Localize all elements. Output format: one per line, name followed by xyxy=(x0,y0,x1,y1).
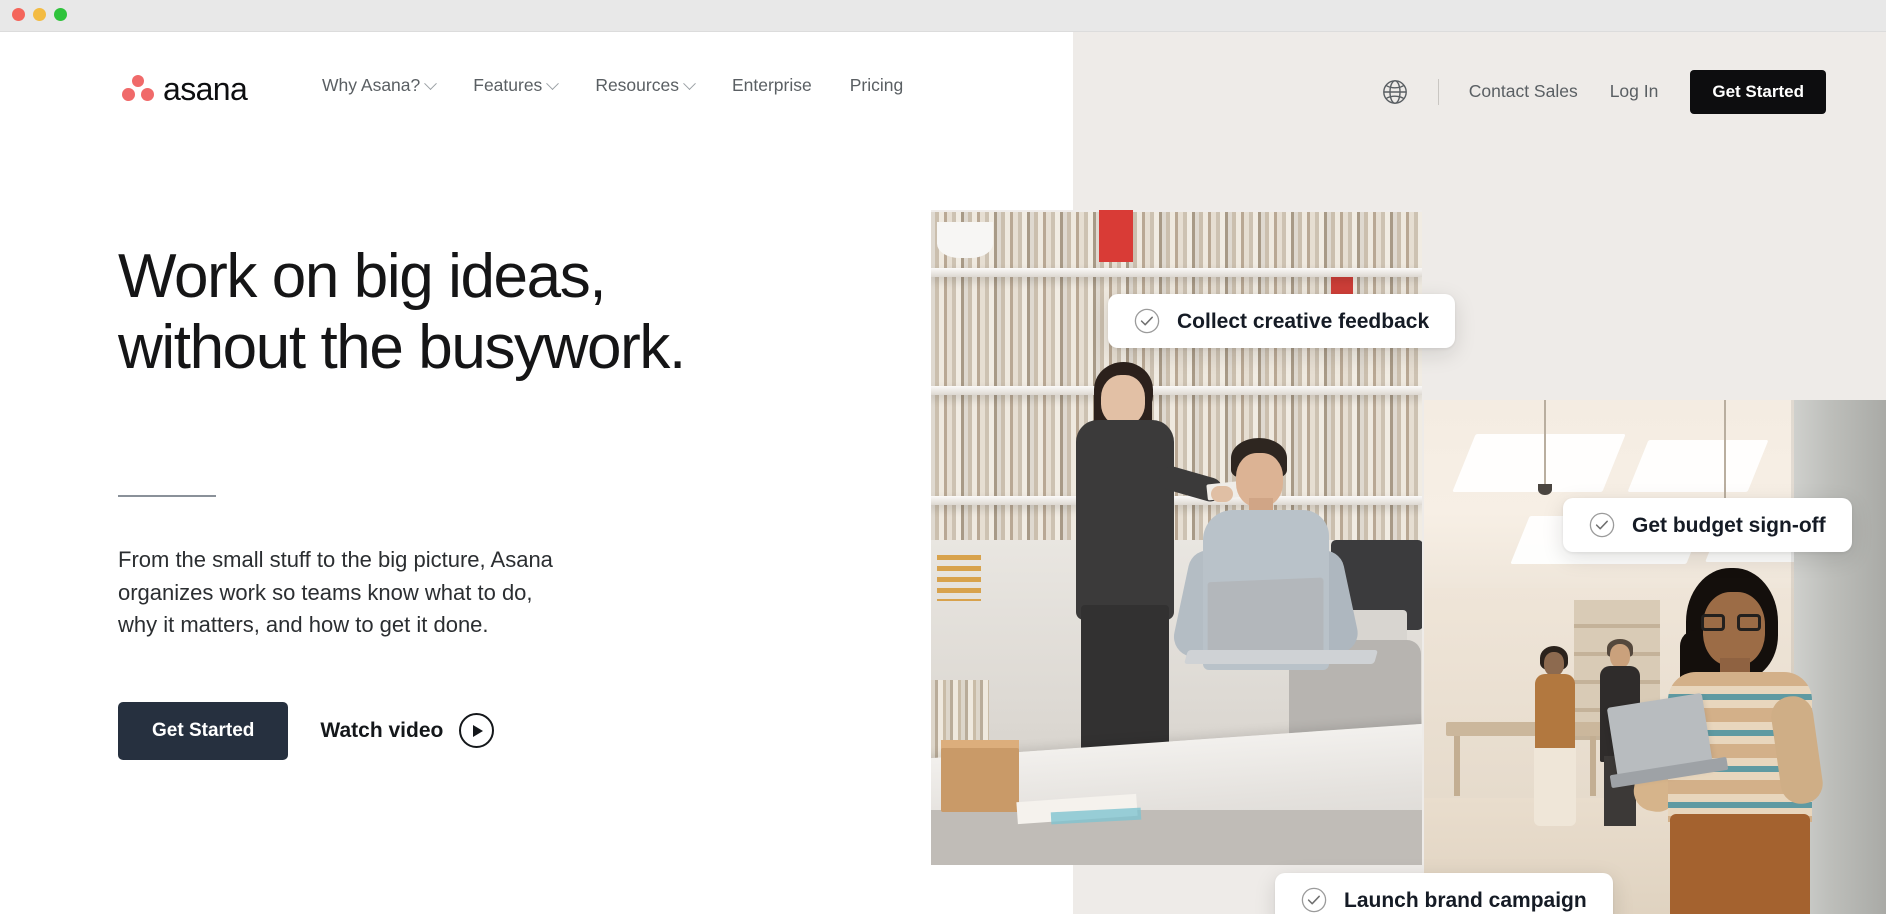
nav-divider xyxy=(1437,79,1439,105)
hero-photo-office xyxy=(1424,400,1886,914)
page-content: asana Why Asana? Features Resources Ente… xyxy=(0,32,1886,914)
chevron-down-icon xyxy=(546,76,560,90)
asana-logo-text: asana xyxy=(163,71,248,107)
hero-get-started-button[interactable]: Get Started xyxy=(118,701,289,760)
browser-titlebar xyxy=(0,0,1886,32)
watch-video-button[interactable]: Watch video xyxy=(320,713,495,749)
close-window-button[interactable] xyxy=(12,8,25,21)
zoom-window-button[interactable] xyxy=(54,8,67,21)
chip-label: Launch brand campaign xyxy=(1344,888,1587,912)
site-navbar: asana Why Asana? Features Resources Ente… xyxy=(0,32,1886,114)
log-in-link[interactable]: Log In xyxy=(1610,83,1659,101)
nav-item-why-asana[interactable]: Why Asana? xyxy=(322,75,438,96)
globe-icon[interactable] xyxy=(1382,79,1408,105)
hero-divider-rule xyxy=(118,495,216,498)
nav-item-label: Features xyxy=(473,75,543,96)
chevron-down-icon xyxy=(683,76,696,90)
nav-item-enterprise[interactable]: Enterprise xyxy=(732,77,812,95)
hero-headline: Work on big ideas, without the busywork. xyxy=(118,242,686,382)
hero-subtext: From the small stuff to the big picture,… xyxy=(118,547,553,638)
asana-logo[interactable]: asana xyxy=(122,71,248,107)
window-traffic-lights xyxy=(12,8,67,21)
play-icon xyxy=(459,713,495,749)
nav-item-pricing[interactable]: Pricing xyxy=(850,77,904,95)
asana-logo-icon xyxy=(122,75,154,103)
contact-sales-link[interactable]: Contact Sales xyxy=(1469,83,1578,101)
nav-actions: Contact Sales Log In Get Started xyxy=(1382,70,1826,114)
feature-chip-collect-feedback[interactable]: Collect creative feedback xyxy=(1108,294,1456,348)
check-circle-icon xyxy=(1589,512,1615,538)
nav-item-label: Pricing xyxy=(849,75,904,96)
check-circle-icon xyxy=(1134,308,1160,334)
nav-item-label: Resources xyxy=(595,75,679,96)
nav-item-label: Enterprise xyxy=(731,75,812,96)
browser-window: asana Why Asana? Features Resources Ente… xyxy=(0,0,1886,914)
nav-item-resources[interactable]: Resources xyxy=(595,75,696,96)
hero-white-notch xyxy=(0,865,1073,914)
primary-nav-links: Why Asana? Features Resources Enterprise… xyxy=(322,72,903,100)
minimize-window-button[interactable] xyxy=(33,8,46,21)
check-circle-icon xyxy=(1301,887,1327,913)
chevron-down-icon xyxy=(424,76,438,90)
nav-item-features[interactable]: Features xyxy=(473,75,560,96)
nav-item-label: Why Asana? xyxy=(322,75,421,96)
feature-chip-launch-campaign[interactable]: Launch brand campaign xyxy=(1275,873,1613,914)
hero-cta-row: Get Started Watch video xyxy=(118,701,878,760)
nav-get-started-button[interactable]: Get Started xyxy=(1690,70,1826,114)
feature-chip-budget-signoff[interactable]: Get budget sign-off xyxy=(1563,498,1852,552)
chip-label: Get budget sign-off xyxy=(1632,513,1826,537)
watch-video-label: Watch video xyxy=(320,718,444,742)
chip-label: Collect creative feedback xyxy=(1177,309,1430,333)
hero-copy-block: Work on big ideas, without the busywork.… xyxy=(118,242,878,760)
